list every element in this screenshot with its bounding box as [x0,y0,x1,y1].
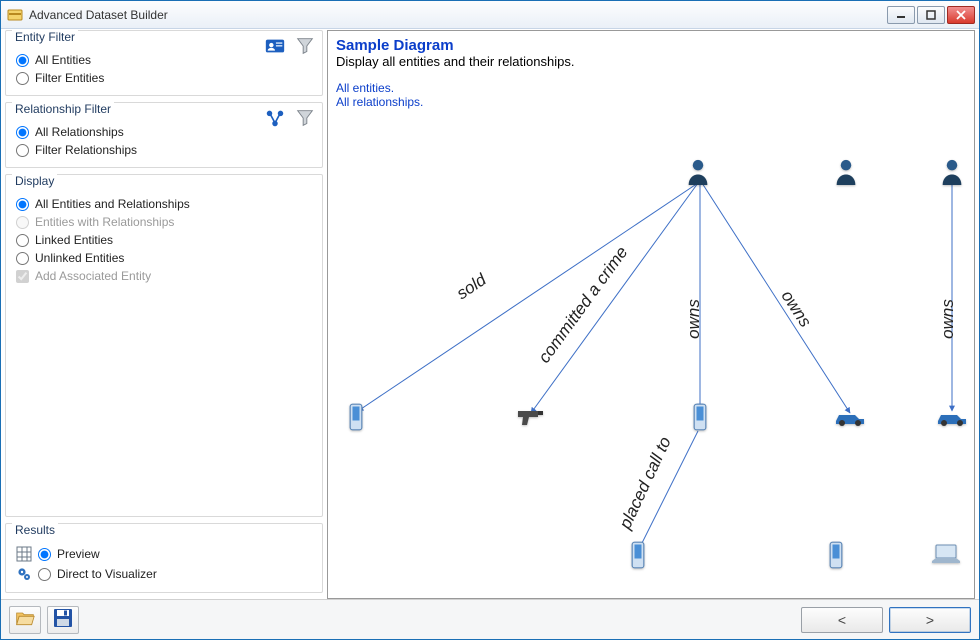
radio-all-entities-input[interactable] [16,54,29,67]
radio-all-entrel[interactable]: All Entities and Relationships [14,195,314,213]
window: Advanced Dataset Builder Entity Filter [0,0,980,640]
radio-all-entrel-label: All Entities and Relationships [35,197,190,211]
node-phone-3[interactable] [628,541,648,569]
node-car-1[interactable] [833,409,867,427]
prev-button[interactable]: < [801,607,883,633]
diagram-area[interactable]: Sample Diagram Display all entities and … [327,30,975,599]
edge-label-sold: sold [453,270,490,304]
save-button[interactable] [47,606,79,634]
node-person-3[interactable] [938,157,966,185]
radio-unlinked-input[interactable] [16,252,29,265]
diagram-meta-relationships: All relationships. [336,95,974,109]
diagram-meta-entities: All entities. [336,81,974,95]
id-card-icon[interactable] [264,35,286,60]
radio-direct-input[interactable] [38,568,51,581]
node-person-2[interactable] [832,157,860,185]
radio-unlinked-entities[interactable]: Unlinked Entities [14,249,314,267]
next-button[interactable]: > [889,607,971,633]
legend-relationship-filter: Relationship Filter [12,102,114,116]
footer: < > [1,599,979,639]
body: Entity Filter All Entities [1,29,979,599]
node-gun[interactable] [516,407,546,427]
node-phone-4[interactable] [826,541,846,569]
check-add-associated-input [16,270,29,283]
diagram-edges [328,31,974,598]
client-area: Entity Filter All Entities [1,29,979,639]
edge-label-crime: committed a crime [535,243,633,367]
radio-filter-relationships-label: Filter Relationships [35,143,137,157]
diagram-title: Sample Diagram [328,31,974,54]
funnel-icon[interactable] [294,35,316,60]
window-controls [887,6,975,24]
radio-all-entrel-input[interactable] [16,198,29,211]
radio-preview-input[interactable] [38,548,51,561]
radio-direct-visualizer[interactable]: Direct to Visualizer [14,564,314,584]
radio-filter-entities[interactable]: Filter Entities [14,69,314,87]
panel-entity-filter: Entity Filter All Entities [5,30,323,96]
close-button[interactable] [947,6,975,24]
gears-icon [16,566,32,582]
node-car-2[interactable] [935,409,969,427]
titlebar: Advanced Dataset Builder [1,1,979,29]
floppy-save-icon [53,608,73,631]
next-button-label: > [926,612,934,628]
radio-filter-entities-label: Filter Entities [35,71,104,85]
edge-label-owns-1: owns [684,299,704,339]
funnel-icon[interactable] [294,107,316,132]
edge-label-owns-3: owns [938,299,958,339]
panel-relationship-filter: Relationship Filter All Relationships [5,102,323,168]
panel-display: Display All Entities and Relationships E… [5,174,323,517]
radio-filter-relationships-input[interactable] [16,144,29,157]
radio-all-relationships-label: All Relationships [35,125,124,139]
radio-unlinked-label: Unlinked Entities [35,251,124,265]
check-add-associated-label: Add Associated Entity [35,269,151,283]
grid-icon [16,546,32,562]
radio-ent-with-rel: Entities with Relationships [14,213,314,231]
radio-ent-with-rel-input [16,216,29,229]
radio-ent-with-rel-label: Entities with Relationships [35,215,174,229]
radio-direct-label: Direct to Visualizer [57,567,157,581]
relationship-icon[interactable] [264,107,286,132]
legend-entity-filter: Entity Filter [12,30,78,44]
radio-linked-entities[interactable]: Linked Entities [14,231,314,249]
radio-linked-input[interactable] [16,234,29,247]
prev-button-label: < [838,612,846,628]
node-laptop[interactable] [930,543,962,565]
folder-open-icon [15,609,35,630]
radio-filter-relationships[interactable]: Filter Relationships [14,141,314,159]
node-phone-2[interactable] [690,403,710,431]
radio-preview[interactable]: Preview [14,544,314,564]
legend-results: Results [12,523,58,537]
radio-all-entities-label: All Entities [35,53,91,67]
diagram-subtitle: Display all entities and their relations… [328,54,974,75]
edge-label-placed-call: placed call to [616,434,676,532]
legend-display: Display [12,174,57,188]
radio-all-relationships-input[interactable] [16,126,29,139]
open-button[interactable] [9,606,41,634]
maximize-button[interactable] [917,6,945,24]
edge-label-owns-2: owns [777,287,815,331]
panel-results: Results Preview Direct to Visualize [5,523,323,593]
check-add-associated: Add Associated Entity [14,267,314,285]
radio-linked-label: Linked Entities [35,233,113,247]
radio-preview-label: Preview [57,547,100,561]
node-phone-1[interactable] [346,403,366,431]
window-title: Advanced Dataset Builder [29,8,887,22]
node-person-1[interactable] [684,157,712,185]
radio-filter-entities-input[interactable] [16,72,29,85]
minimize-button[interactable] [887,6,915,24]
sidebar: Entity Filter All Entities [5,30,323,599]
app-icon [7,7,23,23]
